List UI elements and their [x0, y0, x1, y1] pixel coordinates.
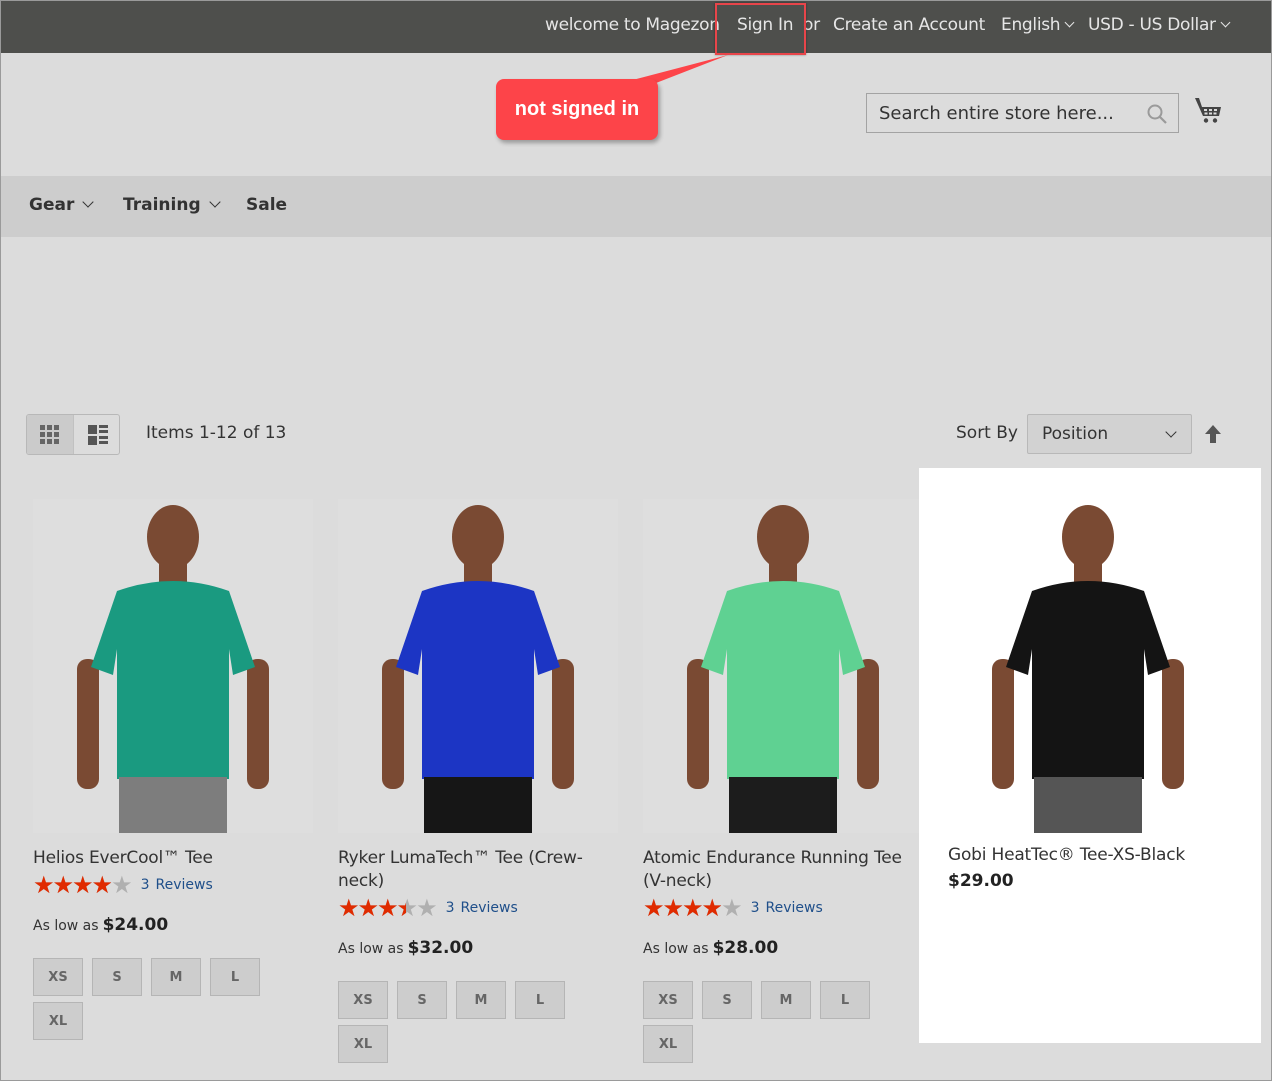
grid-icon	[40, 424, 59, 444]
review-label: Reviews	[155, 877, 213, 893]
toolbar-item-count: Items 1-12 of 13	[146, 423, 287, 443]
arrow-up-icon[interactable]	[1203, 424, 1223, 444]
nav-item-label: Training	[123, 195, 201, 215]
main-navigation: Gear Training Sale	[1, 176, 1271, 237]
welcome-message: welcome to Magezon	[545, 15, 720, 35]
shopping-cart-icon[interactable]	[1194, 95, 1224, 125]
price-amount: $32.00	[407, 938, 474, 958]
sort-by-value: Position	[1042, 424, 1109, 444]
product-image[interactable]	[948, 499, 1228, 833]
product-price: As low as $28.00	[643, 938, 778, 958]
size-option[interactable]: S	[397, 981, 447, 1019]
nav-item-label: Gear	[29, 195, 75, 215]
search-icon[interactable]	[1146, 103, 1168, 125]
size-option[interactable]: XS	[33, 958, 83, 996]
size-option[interactable]: M	[151, 958, 201, 996]
product-image[interactable]	[338, 499, 618, 833]
product-rating: ★★★★★★★★★★ 3 Reviews	[338, 896, 524, 920]
callout-text: not signed in	[514, 98, 640, 120]
rating-fill: ★★★★★	[338, 896, 406, 920]
price-amount: $28.00	[712, 938, 779, 958]
search-box	[866, 93, 1179, 133]
size-option[interactable]: L	[210, 958, 260, 996]
chevron-down-icon	[1165, 426, 1177, 438]
search-input[interactable]	[867, 94, 1137, 132]
rating-stars-icon: ★★★★★★★★★★	[33, 871, 133, 899]
product-rating: ★★★★★★★★★★ 3 Reviews	[33, 873, 219, 897]
size-option[interactable]: XL	[338, 1025, 388, 1063]
currency-switcher[interactable]: USD - US Dollar	[1088, 15, 1231, 35]
size-option[interactable]: M	[761, 981, 811, 1019]
chevron-down-icon	[1064, 17, 1075, 28]
create-account-link[interactable]: Create an Account	[833, 15, 985, 35]
nav-item-sale[interactable]: Sale	[246, 195, 287, 215]
size-option[interactable]: XS	[338, 981, 388, 1019]
product-name-link[interactable]: Helios EverCool™ Tee	[33, 847, 303, 870]
size-option[interactable]: L	[515, 981, 565, 1019]
rating-stars-icon: ★★★★★★★★★★	[643, 894, 743, 922]
not-signed-in-callout: not signed in	[496, 79, 658, 140]
language-switcher[interactable]: English	[1001, 15, 1075, 35]
top-header-bar: welcome to Magezon Sign In or Create an …	[1, 1, 1271, 53]
size-option[interactable]: M	[456, 981, 506, 1019]
review-count: 3	[445, 900, 455, 916]
sign-in-highlight-box	[715, 3, 806, 55]
size-option[interactable]: XL	[33, 1002, 83, 1040]
product-price: As low as $24.00	[33, 915, 168, 935]
price-amount: $29.00	[948, 871, 1014, 891]
review-label: Reviews	[460, 900, 518, 916]
price-amount: $24.00	[102, 915, 169, 935]
product-name-link[interactable]: Gobi HeatTec® Tee-XS-Black	[948, 844, 1218, 867]
currency-label: USD - US Dollar	[1088, 15, 1216, 35]
nav-item-gear[interactable]: Gear	[29, 195, 95, 215]
product-image[interactable]	[643, 499, 923, 833]
view-mode-switcher	[26, 414, 120, 455]
reviews-link[interactable]: 3 Reviews	[446, 900, 524, 916]
size-option[interactable]: S	[92, 958, 142, 996]
size-option[interactable]: L	[820, 981, 870, 1019]
list-view-button[interactable]	[74, 415, 119, 454]
review-count: 3	[140, 877, 150, 893]
review-label: Reviews	[765, 900, 823, 916]
product-rating: ★★★★★★★★★★ 3 Reviews	[643, 896, 829, 920]
sort-by-label: Sort By	[956, 423, 1018, 443]
price-label: As low as	[643, 941, 709, 957]
product-card[interactable]: Gobi HeatTec® Tee-XS-Black $29.00	[919, 468, 1261, 1043]
rating-fill: ★★★★★	[643, 896, 722, 920]
reviews-link[interactable]: 3 Reviews	[751, 900, 829, 916]
price-label: As low as	[338, 941, 404, 957]
reviews-link[interactable]: 3 Reviews	[141, 877, 219, 893]
size-option[interactable]: S	[702, 981, 752, 1019]
chevron-down-icon	[82, 196, 95, 208]
chevron-down-icon	[1220, 17, 1231, 28]
sort-by-select[interactable]: Position	[1027, 414, 1192, 454]
language-label: English	[1001, 15, 1061, 35]
list-icon	[87, 424, 108, 445]
rating-fill: ★★★★★	[33, 873, 112, 897]
product-name-link[interactable]: Ryker LumaTech™ Tee (Crew-neck)	[338, 847, 608, 893]
size-option[interactable]: XS	[643, 981, 693, 1019]
size-option[interactable]: XL	[643, 1025, 693, 1063]
chevron-down-icon	[208, 196, 221, 208]
product-price: As low as $32.00	[338, 938, 473, 958]
product-name-link[interactable]: Atomic Endurance Running Tee (V-neck)	[643, 847, 913, 893]
grid-view-button[interactable]	[27, 415, 74, 454]
nav-item-label: Sale	[246, 195, 288, 215]
rating-stars-icon: ★★★★★★★★★★	[338, 894, 438, 922]
product-image[interactable]	[33, 499, 313, 833]
product-price: $29.00	[948, 871, 1014, 891]
price-label: As low as	[33, 918, 99, 934]
review-count: 3	[750, 900, 760, 916]
nav-item-training[interactable]: Training	[123, 195, 221, 215]
